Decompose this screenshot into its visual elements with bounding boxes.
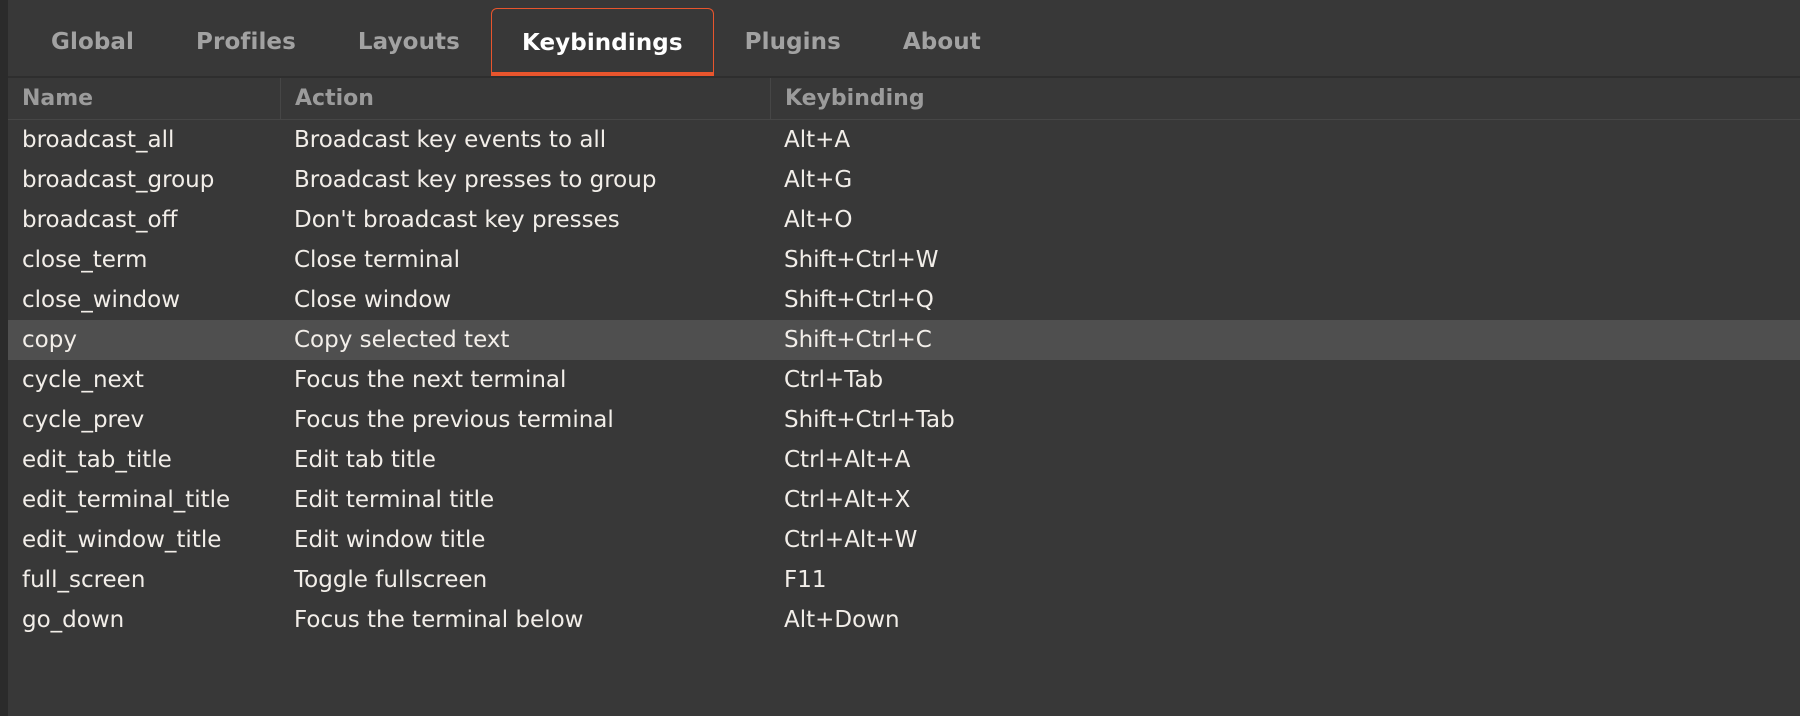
cell-action: Edit window title [280, 520, 770, 560]
keybindings-treeview[interactable]: NameActionKeybinding broadcast_allBroadc… [8, 78, 1800, 716]
tab-label: Layouts [358, 29, 460, 55]
column-header-action[interactable]: Action [280, 78, 770, 120]
cell-keybinding[interactable]: Shift+Ctrl+Q [770, 280, 1800, 320]
column-header-keybinding[interactable]: Keybinding [770, 78, 1800, 120]
tab-profiles[interactable]: Profiles [165, 8, 327, 76]
tab-label: Plugins [745, 29, 841, 55]
cell-keybinding[interactable]: Shift+Ctrl+C [770, 320, 1800, 360]
cell-action: Copy selected text [280, 320, 770, 360]
column-header-name[interactable]: Name [8, 78, 280, 120]
table-row[interactable]: edit_window_titleEdit window titleCtrl+A… [8, 520, 1800, 560]
cell-name: close_window [8, 280, 280, 320]
cell-name: broadcast_off [8, 200, 280, 240]
cell-action: Focus the previous terminal [280, 400, 770, 440]
cell-action: Broadcast key events to all [280, 120, 770, 160]
cell-name: broadcast_all [8, 120, 280, 160]
cell-keybinding[interactable]: Alt+A [770, 120, 1800, 160]
table-row[interactable]: close_termClose terminalShift+Ctrl+W [8, 240, 1800, 280]
cell-action: Focus the terminal below [280, 600, 770, 640]
cell-keybinding[interactable]: Shift+Ctrl+W [770, 240, 1800, 280]
tab-list: Global Profiles Layouts Keybindings Plugins A… [20, 8, 1012, 76]
tab-label: Profiles [196, 29, 296, 55]
cell-name: copy [8, 320, 280, 360]
table-row[interactable]: broadcast_offDon't broadcast key presses… [8, 200, 1800, 240]
cell-action: Edit tab title [280, 440, 770, 480]
cell-keybinding[interactable]: Alt+G [770, 160, 1800, 200]
cell-name: cycle_next [8, 360, 280, 400]
table-row[interactable]: edit_terminal_titleEdit terminal titleCt… [8, 480, 1800, 520]
cell-name: edit_terminal_title [8, 480, 280, 520]
cell-action: Focus the next terminal [280, 360, 770, 400]
treeview-body: broadcast_allBroadcast key events to all… [8, 120, 1800, 640]
tab-label: Global [51, 29, 134, 55]
table-row[interactable]: close_windowClose windowShift+Ctrl+Q [8, 280, 1800, 320]
window-left-edge [0, 0, 8, 716]
tab-keybindings[interactable]: Keybindings [491, 8, 714, 76]
cell-action: Edit terminal title [280, 480, 770, 520]
cell-action: Close window [280, 280, 770, 320]
cell-keybinding[interactable]: Ctrl+Tab [770, 360, 1800, 400]
tab-plugins[interactable]: Plugins [714, 8, 872, 76]
cell-name: edit_tab_title [8, 440, 280, 480]
cell-keybinding[interactable]: Ctrl+Alt+W [770, 520, 1800, 560]
table-row[interactable]: broadcast_groupBroadcast key presses to … [8, 160, 1800, 200]
preferences-tabstrip: Global Profiles Layouts Keybindings Plugins A… [8, 0, 1800, 78]
cell-keybinding[interactable]: Alt+O [770, 200, 1800, 240]
tab-layouts[interactable]: Layouts [327, 8, 491, 76]
cell-keybinding[interactable]: Shift+Ctrl+Tab [770, 400, 1800, 440]
cell-name: cycle_prev [8, 400, 280, 440]
cell-keybinding[interactable]: Ctrl+Alt+X [770, 480, 1800, 520]
tab-label: About [903, 29, 981, 55]
preferences-window: Global Profiles Layouts Keybindings Plugins A… [0, 0, 1800, 716]
cell-keybinding[interactable]: F11 [770, 560, 1800, 600]
table-row[interactable]: broadcast_allBroadcast key events to all… [8, 120, 1800, 160]
cell-name: full_screen [8, 560, 280, 600]
table-row[interactable]: edit_tab_titleEdit tab titleCtrl+Alt+A [8, 440, 1800, 480]
cell-name: go_down [8, 600, 280, 640]
tab-global[interactable]: Global [20, 8, 165, 76]
treeview-header-row: NameActionKeybinding [8, 78, 1800, 120]
tab-label: Keybindings [522, 30, 683, 56]
table-row[interactable]: go_downFocus the terminal belowAlt+Down [8, 600, 1800, 640]
tab-about[interactable]: About [872, 8, 1012, 76]
cell-name: broadcast_group [8, 160, 280, 200]
cell-name: close_term [8, 240, 280, 280]
cell-action: Toggle fullscreen [280, 560, 770, 600]
cell-action: Broadcast key presses to group [280, 160, 770, 200]
cell-action: Close terminal [280, 240, 770, 280]
cell-name: edit_window_title [8, 520, 280, 560]
table-row[interactable]: cycle_prevFocus the previous terminalShi… [8, 400, 1800, 440]
table-row[interactable]: full_screenToggle fullscreenF11 [8, 560, 1800, 600]
table-row[interactable]: cycle_nextFocus the next terminalCtrl+Ta… [8, 360, 1800, 400]
cell-action: Don't broadcast key presses [280, 200, 770, 240]
cell-keybinding[interactable]: Ctrl+Alt+A [770, 440, 1800, 480]
cell-keybinding[interactable]: Alt+Down [770, 600, 1800, 640]
table-row[interactable]: copyCopy selected textShift+Ctrl+C [8, 320, 1800, 360]
